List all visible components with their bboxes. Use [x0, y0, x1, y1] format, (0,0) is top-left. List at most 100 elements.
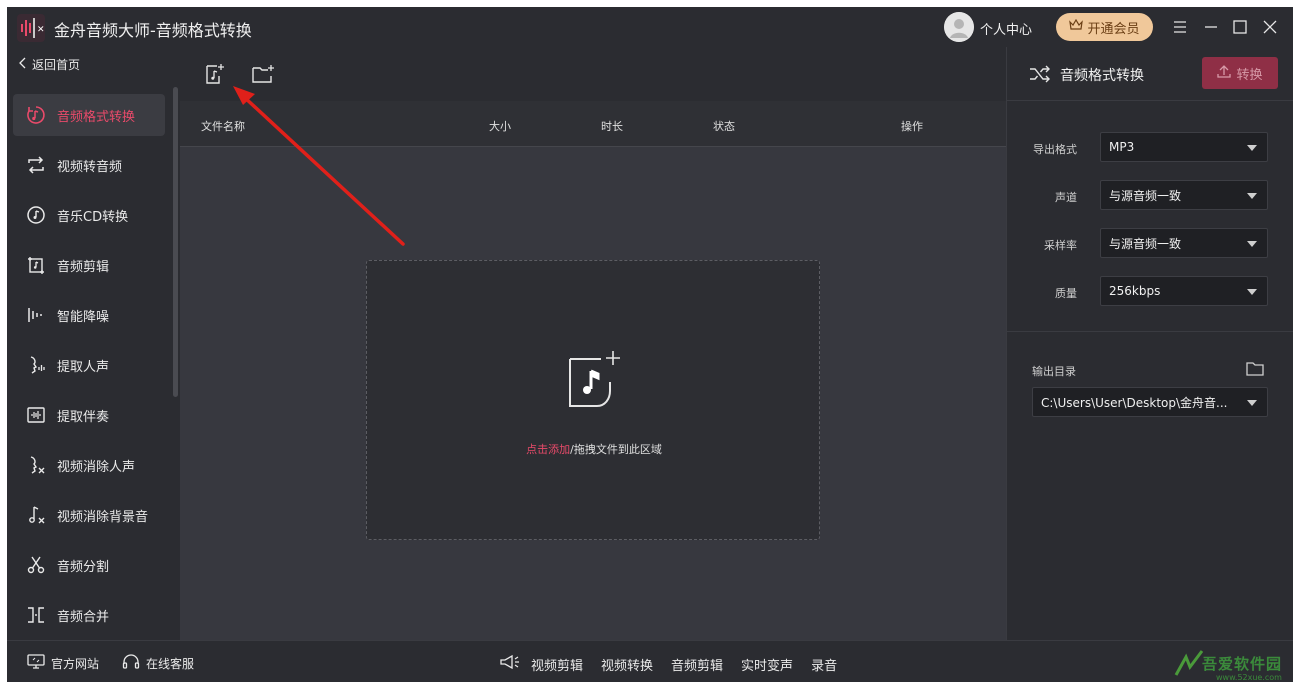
sample-rate-select[interactable]: 与源音频一致 — [1100, 228, 1268, 258]
promo-links: 视频剪辑 视频转换 音频剪辑 实时变声 录音 — [499, 654, 837, 674]
promo-link-video-edit[interactable]: 视频剪辑 — [531, 655, 583, 674]
open-vip-button[interactable]: 开通会员 — [1056, 13, 1153, 41]
denoise-icon — [25, 304, 47, 326]
bottom-bar: 官方网站 在线客服 视频剪辑 视频转换 音频剪辑 实时变声 录音 吾爱软件园 w… — [7, 640, 1293, 682]
file-drop-zone[interactable]: 点击添加/拖拽文件到此区域 — [366, 260, 820, 540]
extract-vocal-icon — [25, 354, 47, 376]
site-watermark: 吾爱软件园 www.52xue.com — [1172, 647, 1292, 682]
main-content: 文件名称 大小 时长 状态 操作 点击添加/拖拽文件到此区域 — [180, 47, 1006, 640]
column-header: 操作 — [901, 120, 923, 133]
convert-label: 转换 — [1236, 67, 1263, 83]
promo-link-audio-edit[interactable]: 音频剪辑 — [671, 655, 723, 674]
quality-select[interactable]: 256kbps — [1100, 276, 1268, 306]
sidebar-item-label: 音乐CD转换 — [57, 209, 129, 225]
sample-rate-value: 与源音频一致 — [1109, 236, 1182, 251]
panel-title: 音频格式转换 — [1060, 68, 1144, 84]
minimize-icon[interactable] — [1201, 17, 1221, 37]
quality-label: 质量 — [1055, 287, 1077, 300]
sidebar-item-audio-split[interactable]: 音频分割 — [13, 544, 165, 586]
chevron-down-icon — [1247, 193, 1257, 199]
shuffle-icon — [1029, 65, 1051, 87]
avatar[interactable] — [944, 12, 974, 42]
add-music-file-icon — [565, 349, 625, 413]
chevron-left-icon — [19, 57, 27, 72]
sidebar-item-video-to-audio[interactable]: 视频转音频 — [13, 144, 165, 186]
sidebar-item-audio-convert[interactable]: 音频格式转换 — [13, 94, 165, 136]
promo-link-voice-changer[interactable]: 实时变声 — [741, 655, 793, 674]
remove-vocal-icon — [25, 454, 47, 476]
window-title: 金舟音频大师-音频格式转换 — [54, 21, 252, 40]
sidebar-item-label: 视频消除背景音 — [57, 509, 149, 525]
vip-label: 开通会员 — [1087, 21, 1140, 37]
svg-text:✕: ✕ — [37, 25, 45, 35]
convert-button[interactable]: 转换 — [1202, 57, 1278, 89]
channel-value: 与源音频一致 — [1109, 188, 1182, 203]
upload-icon — [1217, 64, 1232, 82]
sidebar-scrollbar[interactable] — [173, 87, 178, 397]
app-window: ✕ 金舟音频大师-音频格式转换 个人中心 开通会员 返回首页 音频格式转换 视频… — [7, 7, 1293, 682]
video-to-audio-icon — [25, 154, 47, 176]
promo-link-video-convert[interactable]: 视频转换 — [601, 655, 653, 674]
sidebar-item-label: 音频剪辑 — [57, 259, 110, 275]
megaphone-icon — [499, 654, 521, 674]
chevron-down-icon — [1247, 241, 1257, 247]
panel-divider — [1007, 331, 1293, 332]
chevron-down-icon — [1247, 289, 1257, 295]
back-home-link[interactable]: 返回首页 — [19, 56, 80, 73]
folder-icon[interactable] — [1246, 361, 1264, 380]
add-file-icon[interactable] — [202, 61, 228, 87]
sidebar-item-audio-merge[interactable]: 音频合并 — [13, 594, 165, 636]
sidebar-item-music-cd[interactable]: 音乐CD转换 — [13, 194, 165, 236]
official-website-link[interactable]: 官方网站 — [27, 654, 99, 672]
sample-rate-label: 采样率 — [1044, 239, 1077, 252]
sidebar-item-label: 视频消除人声 — [57, 459, 136, 475]
sidebar-item-label: 智能降噪 — [57, 309, 110, 325]
watermark-url: www.52xue.com — [1216, 673, 1282, 682]
channel-label: 声道 — [1055, 191, 1077, 204]
monitor-icon — [27, 654, 45, 672]
column-header: 文件名称 — [201, 120, 245, 133]
drop-hint: 点击添加/拖拽文件到此区域 — [367, 441, 821, 457]
add-folder-icon[interactable] — [250, 61, 276, 87]
column-header: 大小 — [489, 120, 511, 133]
channel-select[interactable]: 与源音频一致 — [1100, 180, 1268, 210]
watermark-text: 吾爱软件园 — [1202, 655, 1283, 673]
output-dir-label: 输出目录 — [1032, 365, 1076, 378]
format-select[interactable]: MP3 — [1100, 132, 1268, 162]
sidebar-item-remove-vocal[interactable]: 视频消除人声 — [13, 444, 165, 486]
sidebar-item-label: 提取伴奏 — [57, 409, 110, 425]
sidebar-item-denoise[interactable]: 智能降噪 — [13, 294, 165, 336]
click-add-link[interactable]: 点击添加 — [526, 443, 570, 456]
sidebar-item-label: 音频分割 — [57, 559, 110, 575]
menu-icon[interactable] — [1170, 17, 1190, 37]
sidebar-item-label: 音频格式转换 — [57, 109, 136, 125]
online-support-link[interactable]: 在线客服 — [122, 654, 194, 673]
back-home-label: 返回首页 — [32, 58, 81, 72]
audio-split-icon — [25, 554, 47, 576]
music-cd-icon — [25, 204, 47, 226]
sidebar-item-audio-cut[interactable]: 音频剪辑 — [13, 244, 165, 286]
crown-icon — [1069, 18, 1084, 35]
audio-merge-icon — [25, 604, 47, 626]
app-logo: ✕ — [17, 14, 45, 42]
sidebar-item-label: 音频合并 — [57, 609, 110, 625]
column-header: 时长 — [601, 120, 623, 133]
output-dir-select[interactable]: C:\Users\User\Desktop\金舟音... — [1032, 387, 1268, 417]
file-table-header: 文件名称 大小 时长 状态 操作 — [180, 101, 1006, 147]
toolbar — [180, 47, 1006, 101]
sidebar-item-label: 视频转音频 — [57, 159, 123, 175]
promo-link-recorder[interactable]: 录音 — [811, 655, 837, 674]
audio-convert-icon — [25, 104, 47, 126]
sidebar-item-label: 提取人声 — [57, 359, 110, 375]
output-path-value: C:\Users\User\Desktop\金舟音... — [1041, 395, 1228, 410]
drop-hint-text: /拖拽文件到此区域 — [570, 443, 662, 456]
column-header: 状态 — [713, 120, 735, 133]
remove-bgm-icon — [25, 504, 47, 526]
sidebar-item-extract-accompaniment[interactable]: 提取伴奏 — [13, 394, 165, 436]
close-icon[interactable] — [1260, 17, 1280, 37]
title-bar: ✕ 金舟音频大师-音频格式转换 个人中心 开通会员 — [7, 7, 1293, 47]
maximize-icon[interactable] — [1230, 17, 1250, 37]
sidebar-item-extract-vocal[interactable]: 提取人声 — [13, 344, 165, 386]
user-center-link[interactable]: 个人中心 — [980, 19, 1032, 38]
sidebar-item-remove-bgm[interactable]: 视频消除背景音 — [13, 494, 165, 536]
